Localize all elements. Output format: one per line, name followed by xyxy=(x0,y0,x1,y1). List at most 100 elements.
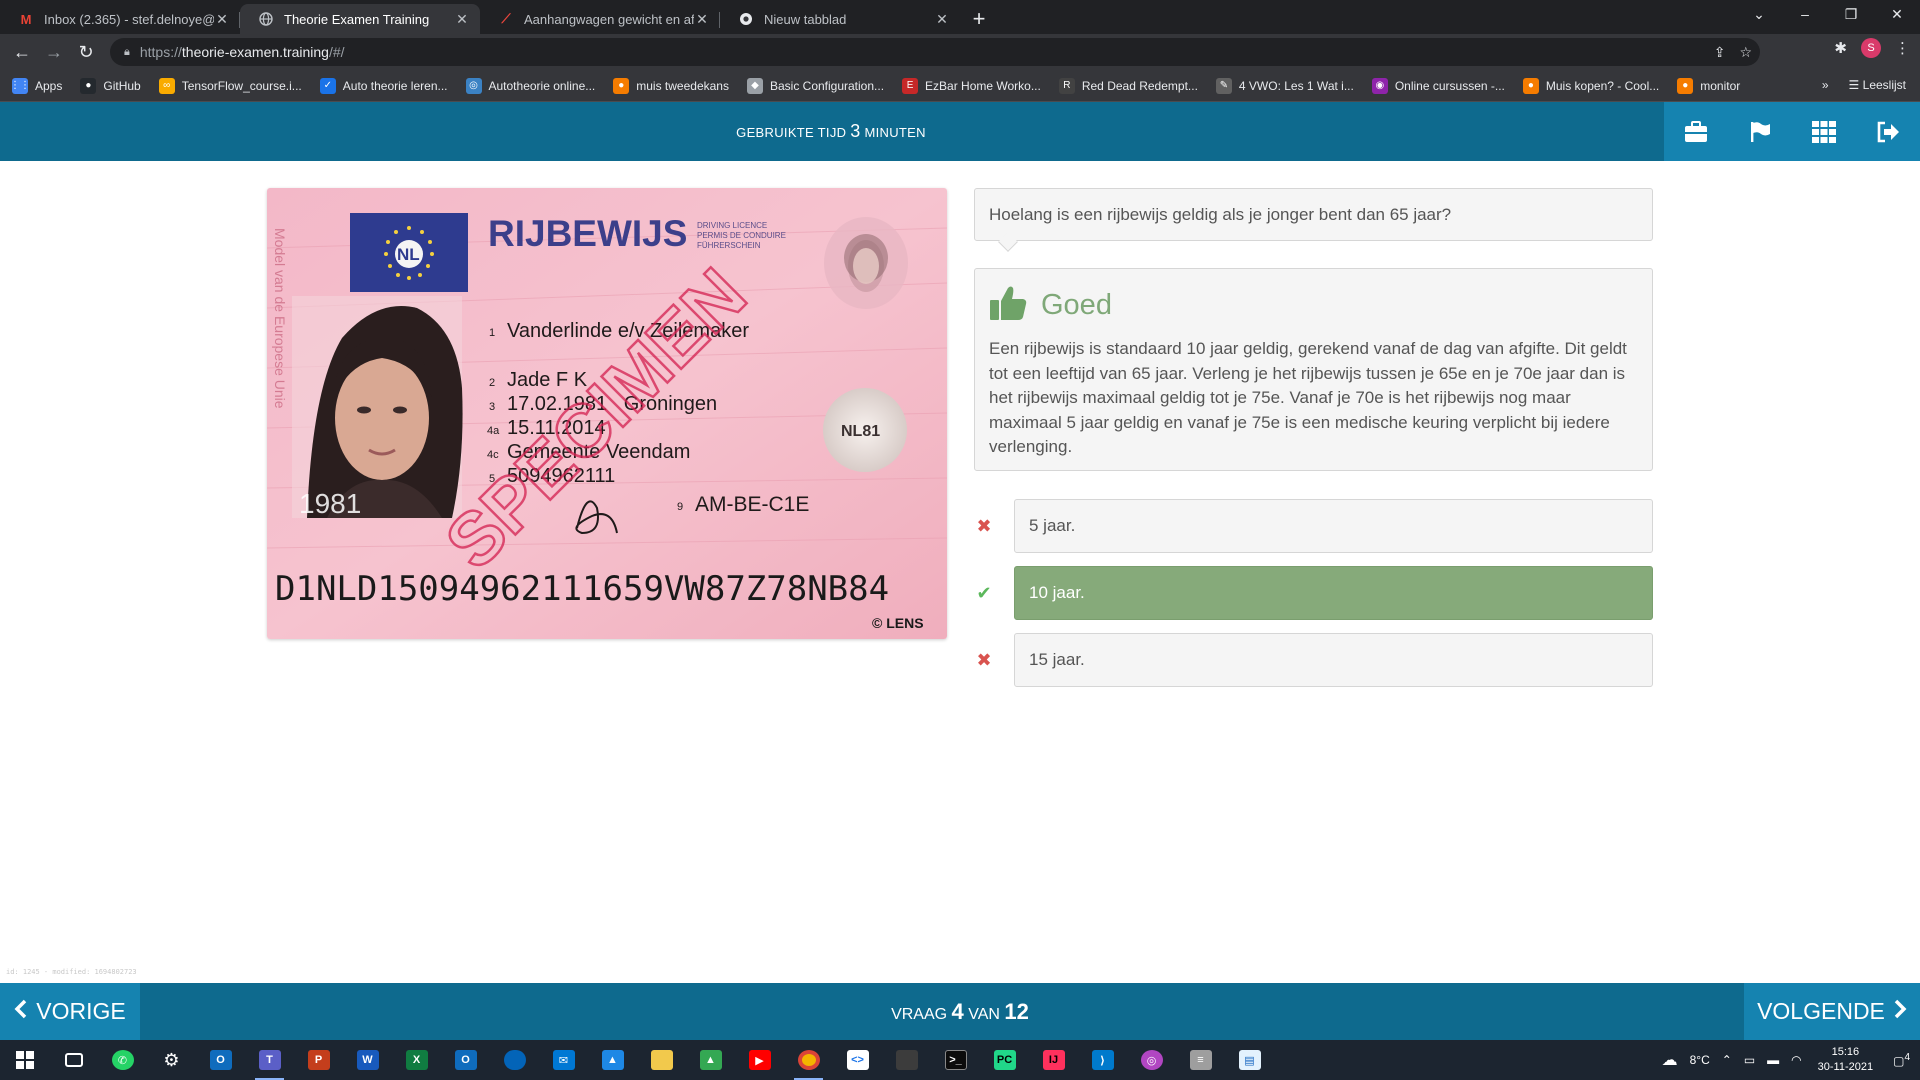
close-tab-icon[interactable]: ✕ xyxy=(694,11,710,28)
word-icon[interactable]: W xyxy=(343,1040,392,1080)
weather-temperature[interactable]: 8°C xyxy=(1690,1053,1710,1067)
mail-icon[interactable]: ✉ xyxy=(539,1040,588,1080)
excel-icon[interactable]: X xyxy=(392,1040,441,1080)
terminal-icon[interactable] xyxy=(882,1040,931,1080)
outlook-alt-icon[interactable]: O xyxy=(441,1040,490,1080)
close-tab-icon[interactable]: ✕ xyxy=(934,11,950,28)
whatsapp-icon[interactable]: ✆ xyxy=(98,1040,147,1080)
bookmark-item[interactable]: ● muis tweedekans xyxy=(613,77,729,94)
bookmark-item[interactable]: ✎ 4 VWO: Les 1 Wat i... xyxy=(1215,77,1354,94)
bookmark-item[interactable]: ⋮⋮ Apps xyxy=(10,77,62,94)
debug-watermark: id: 1245 - modified: 1694802723 xyxy=(6,968,137,976)
answer-button[interactable]: 5 jaar. xyxy=(1014,499,1653,553)
tab-search-icon[interactable]: ⌄ xyxy=(1736,0,1782,30)
windows-start-icon[interactable] xyxy=(0,1040,49,1080)
tab-theorie-examen[interactable]: Theorie Examen Training ✕ xyxy=(240,4,480,34)
logout-button[interactable] xyxy=(1856,102,1920,161)
notepad-icon[interactable]: ▤ xyxy=(1225,1040,1274,1080)
bookmark-item[interactable]: ✓ Auto theorie leren... xyxy=(319,77,448,94)
network-icon[interactable]: ▭ xyxy=(1744,1053,1755,1067)
new-tab-button[interactable]: + xyxy=(964,4,994,34)
bookmark-item[interactable]: ◉ Online cursussen -... xyxy=(1371,77,1505,94)
weather-icon[interactable]: ☁ xyxy=(1662,1050,1678,1070)
forward-icon[interactable]: → xyxy=(38,36,70,68)
clock[interactable]: 15:16 30-11-2021 xyxy=(1818,1045,1873,1075)
answer-option: ✔ 10 jaar. xyxy=(974,566,1653,620)
tab-nieuw-tabblad[interactable]: Nieuw tabblad ✕ xyxy=(720,4,960,34)
clock-time: 15:16 xyxy=(1831,1046,1860,1058)
task-view-icon[interactable] xyxy=(49,1040,98,1080)
portrait-photo xyxy=(292,296,463,518)
clock-date: 30-11-2021 xyxy=(1817,1061,1874,1073)
menu-kebab-icon[interactable]: ⋮ xyxy=(1895,39,1910,57)
photos-icon[interactable]: ▲ xyxy=(588,1040,637,1080)
youtube-icon[interactable]: ▶ xyxy=(735,1040,784,1080)
rdr-icon: R xyxy=(1058,77,1075,94)
teams-icon[interactable]: T xyxy=(245,1040,294,1080)
trailer-site-icon: ⟋ xyxy=(501,11,511,26)
close-tab-icon[interactable]: ✕ xyxy=(454,11,470,28)
pycharm-icon[interactable]: PC xyxy=(980,1040,1029,1080)
close-window-icon[interactable]: ✕ xyxy=(1874,0,1920,30)
back-icon[interactable]: ← xyxy=(6,36,38,68)
extensions-icon[interactable]: ✱ xyxy=(1834,39,1847,57)
answer-button[interactable]: 15 jaar. xyxy=(1014,633,1653,687)
bookmark-item[interactable]: R Red Dead Redempt... xyxy=(1058,77,1198,94)
more-bookmarks-icon[interactable]: » xyxy=(1822,78,1829,92)
reload-icon[interactable]: ↻ xyxy=(70,36,102,68)
wifi-icon[interactable]: ◠ xyxy=(1791,1053,1801,1067)
app-icon[interactable]: ◎ xyxy=(1127,1040,1176,1080)
settings-icon[interactable]: ⚙ xyxy=(147,1040,196,1080)
code-editor-icon[interactable]: <> xyxy=(833,1040,882,1080)
notification-center-icon[interactable]: ▢4 xyxy=(1893,1052,1910,1068)
chevron-right-icon xyxy=(1893,998,1907,1025)
powerpoint-icon[interactable]: P xyxy=(294,1040,343,1080)
bookmark-star-icon[interactable]: ☆ xyxy=(1739,44,1752,61)
restore-icon[interactable]: ❐ xyxy=(1828,0,1874,30)
globe-icon xyxy=(258,11,274,27)
bookmark-item[interactable]: ∞ TensorFlow_course.i... xyxy=(158,77,302,94)
puzzle-site-icon: ◆ xyxy=(746,77,763,94)
hologram-text: NL81 xyxy=(841,423,880,440)
lock-icon[interactable]: 🔒︎ xyxy=(124,46,130,59)
bookmark-item[interactable]: E EzBar Home Worko... xyxy=(902,77,1041,94)
bookmark-item[interactable]: ● GitHub xyxy=(80,77,141,94)
grid-button[interactable] xyxy=(1792,102,1856,161)
file-explorer-icon[interactable] xyxy=(637,1040,686,1080)
field-3-num: 3 xyxy=(489,401,495,413)
database-icon[interactable]: ≡ xyxy=(1176,1040,1225,1080)
windows-taskbar: ✆ ⚙ O T P W X O ✉ ▲ ▲ ▶ <> >_ PC IJ ⟩ ◎ … xyxy=(0,1040,1920,1080)
previous-button[interactable]: VORIGE xyxy=(0,983,140,1040)
side-text: Model van de Europese Unie xyxy=(272,228,288,409)
question-speech-tail xyxy=(998,232,1018,252)
share-icon[interactable]: ⇪ xyxy=(1714,44,1726,61)
bookmark-item[interactable]: ● monitor xyxy=(1677,77,1740,94)
flag-button[interactable] xyxy=(1728,102,1792,161)
tweedekans-icon: ● xyxy=(613,77,630,94)
outlook-icon[interactable]: O xyxy=(196,1040,245,1080)
chrome-taskbar-icon[interactable] xyxy=(784,1040,833,1080)
briefcase-button[interactable] xyxy=(1664,102,1728,161)
answer-button-correct[interactable]: 10 jaar. xyxy=(1014,566,1653,620)
next-button[interactable]: VOLGENDE xyxy=(1744,983,1920,1040)
bookmark-item[interactable]: ● Muis kopen? - Cool... xyxy=(1522,77,1659,94)
profile-avatar[interactable]: S xyxy=(1861,38,1881,58)
briefcase-icon xyxy=(1685,120,1707,142)
reading-list-button[interactable]: ☰ Leeslijst xyxy=(1849,78,1906,92)
onedrive-icon[interactable] xyxy=(490,1040,539,1080)
tray-chevron-icon[interactable]: ⌃ xyxy=(1722,1053,1732,1067)
command-prompt-icon[interactable]: >_ xyxy=(931,1040,980,1080)
tab-aanhangwagen[interactable]: ⟋ Aanhangwagen gewicht en afme ✕ xyxy=(480,4,720,34)
tab-title: Inbox (2.365) - stef.delnoye@gm xyxy=(44,11,214,27)
battery-icon[interactable]: ▬ xyxy=(1767,1053,1779,1067)
google-drive-icon[interactable]: ▲ xyxy=(686,1040,735,1080)
bookmark-item[interactable]: ◆ Basic Configuration... xyxy=(746,77,884,94)
feedback-explanation: Een rijbewijs is standaard 10 jaar geldi… xyxy=(989,339,1627,456)
vscode-icon[interactable]: ⟩ xyxy=(1078,1040,1127,1080)
minimize-icon[interactable]: – xyxy=(1782,0,1828,30)
intellij-icon[interactable]: IJ xyxy=(1029,1040,1078,1080)
tab-gmail[interactable]: M Inbox (2.365) - stef.delnoye@gm ✕ xyxy=(0,4,240,34)
address-bar[interactable]: 🔒︎ https://theorie-examen.training/#/ ⇪ … xyxy=(110,38,1760,66)
close-tab-icon[interactable]: ✕ xyxy=(214,11,230,28)
bookmark-item[interactable]: ◎ Autotheorie online... xyxy=(465,77,595,94)
